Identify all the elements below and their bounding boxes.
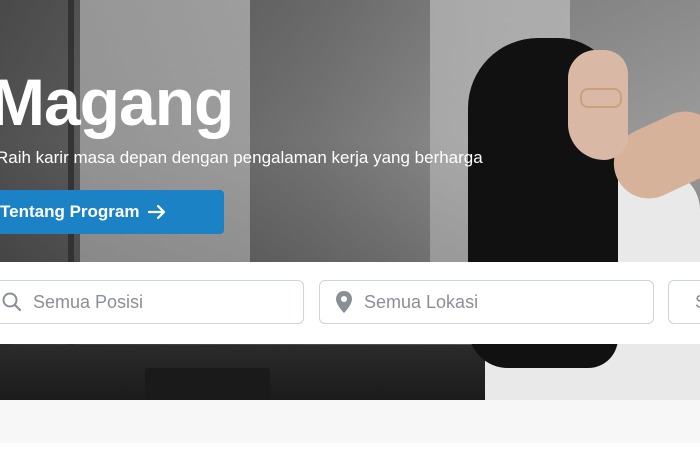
- position-search-field[interactable]: [0, 280, 304, 324]
- content-strip: [0, 443, 700, 465]
- about-program-button[interactable]: Tentang Program: [0, 190, 224, 234]
- about-program-label: Tentang Program: [0, 202, 140, 221]
- map-pin-icon: [336, 291, 352, 313]
- search-icon: [2, 292, 22, 312]
- job-search-bar: [0, 262, 700, 344]
- background-monitor: [145, 368, 270, 400]
- page-title: Magang: [0, 65, 234, 139]
- arrow-right-icon: [148, 204, 166, 220]
- hero-subtitle: Raih karir masa depan dengan pengalaman …: [0, 148, 483, 167]
- position-search-input[interactable]: [31, 290, 235, 314]
- company-search-input[interactable]: [693, 290, 700, 314]
- location-search-input[interactable]: [362, 290, 566, 314]
- location-search-field[interactable]: [319, 280, 654, 324]
- company-search-field[interactable]: [668, 280, 700, 324]
- person-glasses: [580, 88, 622, 108]
